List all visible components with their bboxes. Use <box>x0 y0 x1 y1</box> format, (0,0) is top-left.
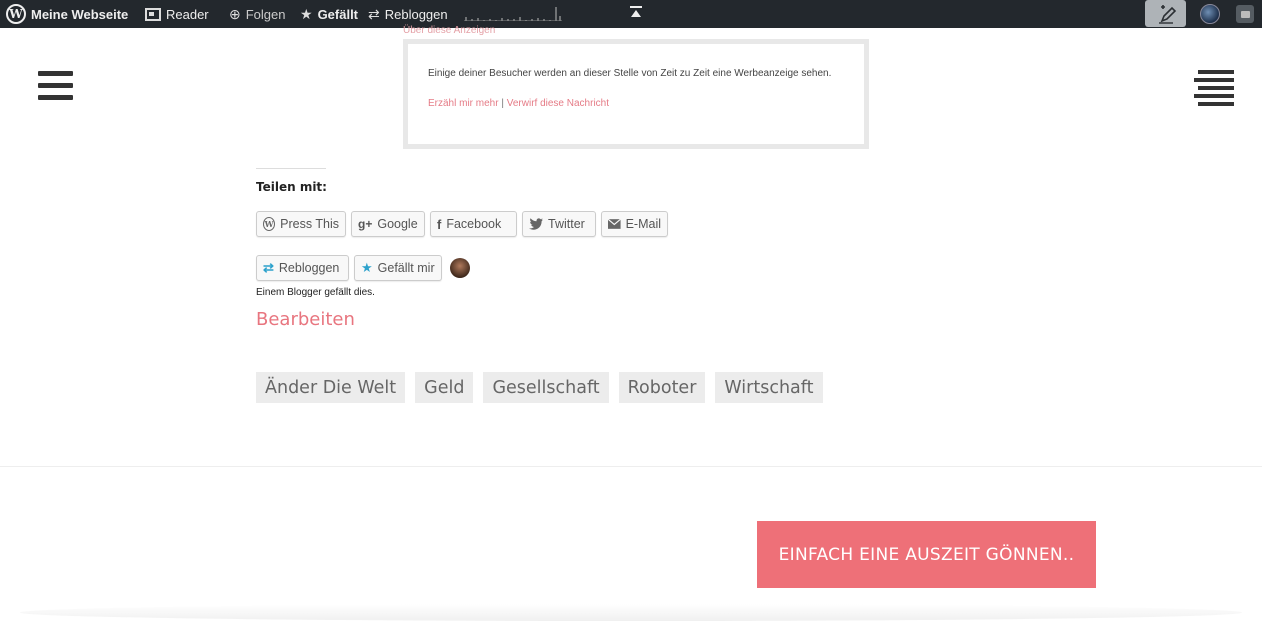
mail-icon <box>608 219 621 229</box>
admin-bar: W Meine Webseite Reader ⊕ Folgen ★ Gefäl… <box>0 0 1262 28</box>
stats-sparkline[interactable] <box>464 7 562 21</box>
star-icon: ★ <box>361 260 373 275</box>
reblog-icon: ⇄ <box>263 260 274 275</box>
star-icon: ★ <box>300 5 313 22</box>
reblog-icon: ⇄ <box>368 5 380 22</box>
notifications-button[interactable] <box>1236 5 1254 23</box>
post-tags: Änder Die Welt Geld Gesellschaft Roboter… <box>256 372 823 403</box>
tag-link[interactable]: Gesellschaft <box>483 372 609 403</box>
like-button-adminbar[interactable]: ★ Gefällt <box>300 0 358 28</box>
learn-more-link[interactable]: Erzähl mir mehr <box>428 98 499 109</box>
section-divider <box>0 466 1262 467</box>
like-label-adminbar: Gefällt <box>317 6 359 22</box>
tag-link[interactable]: Roboter <box>618 372 706 403</box>
facebook-icon: f <box>437 216 442 232</box>
my-site-label: Meine Webseite <box>31 6 129 22</box>
plus-circle-icon: ⊕ <box>229 5 241 22</box>
pencil-plus-icon <box>1158 4 1176 24</box>
reblog-button-adminbar[interactable]: ⇄ Rebloggen <box>368 0 448 28</box>
reader-menu[interactable]: Reader <box>145 0 209 28</box>
share-button-label: Twitter <box>548 217 585 231</box>
ad-notice-links: Erzähl mir mehr | Verwirf diese Nachrich… <box>428 98 609 109</box>
share-divider <box>256 168 326 169</box>
twitter-icon <box>529 218 543 230</box>
liker-avatar[interactable] <box>450 258 470 278</box>
next-post-button[interactable]: EINFACH EINE AUSZEIT GÖNNEN.. <box>757 521 1096 588</box>
share-button-label: E-Mail <box>625 217 661 231</box>
tag-link[interactable]: Geld <box>415 372 474 403</box>
reblog-label: Rebloggen <box>278 261 340 275</box>
reader-icon <box>145 7 161 21</box>
share-twitter-button[interactable]: Twitter <box>522 211 596 237</box>
write-post-button[interactable] <box>1145 0 1186 27</box>
reader-label: Reader <box>166 6 209 22</box>
edit-post-link[interactable]: Bearbeiten <box>256 309 355 330</box>
notification-bubble-icon <box>1240 10 1250 18</box>
share-press-this-button[interactable]: W Press This <box>256 211 346 237</box>
collapse-up-icon[interactable] <box>630 6 642 20</box>
share-facebook-button[interactable]: f Facebook <box>430 211 517 237</box>
share-button-label: Facebook <box>446 217 502 231</box>
follow-label: Folgen <box>245 6 286 22</box>
share-button-label: Press This <box>280 217 339 231</box>
tag-link[interactable]: Änder Die Welt <box>256 372 406 403</box>
reblog-button[interactable]: ⇄ Rebloggen <box>256 255 349 281</box>
bottom-shadow <box>20 604 1242 621</box>
share-button-label: Google <box>377 217 418 231</box>
like-count-text: Einem Blogger gefällt dies. <box>256 287 375 298</box>
link-separator: | <box>501 98 504 109</box>
dismiss-link[interactable]: Verwirf diese Nachricht <box>507 98 609 109</box>
reblog-label-adminbar: Rebloggen <box>384 6 448 22</box>
like-label: Gefällt mir <box>377 261 435 275</box>
ad-caption[interactable]: Über diese Anzeigen <box>403 25 495 36</box>
my-site-menu[interactable]: W Meine Webseite <box>6 0 128 28</box>
hamburger-menu-icon[interactable] <box>38 71 73 107</box>
share-title: Teilen mit: <box>256 180 327 194</box>
share-buttons: W Press This g+ Google f Facebook Twitte… <box>256 211 668 237</box>
sidebar-menu-icon[interactable] <box>1194 70 1234 110</box>
google-plus-icon: g+ <box>358 217 373 231</box>
tag-link[interactable]: Wirtschaft <box>715 372 823 403</box>
follow-button[interactable]: ⊕ Folgen <box>229 0 285 28</box>
user-avatar[interactable] <box>1200 4 1220 24</box>
like-button[interactable]: ★ Gefällt mir <box>354 255 442 281</box>
wordpress-logo-icon: W <box>6 4 26 24</box>
share-google-button[interactable]: g+ Google <box>351 211 425 237</box>
share-email-button[interactable]: E-Mail <box>601 211 668 237</box>
wordpress-icon: W <box>263 217 276 231</box>
like-actions: ⇄ Rebloggen ★ Gefällt mir <box>256 255 470 281</box>
ad-notice-box: Einige deiner Besucher werden an dieser … <box>403 39 869 149</box>
ad-notice-text: Einige deiner Besucher werden an dieser … <box>428 68 832 79</box>
